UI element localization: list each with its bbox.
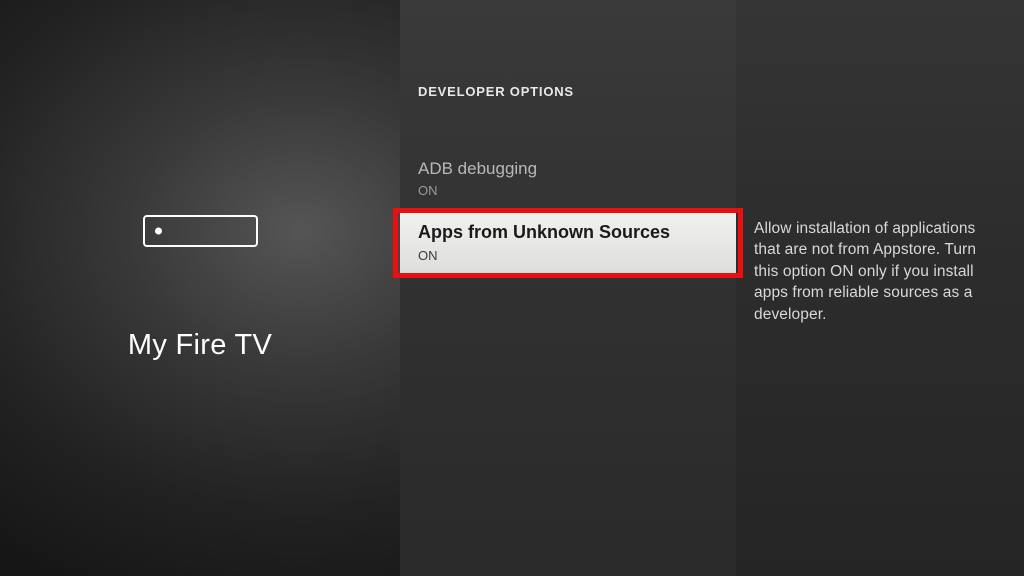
option-title: ADB debugging [418,159,718,179]
page-title: My Fire TV [128,329,272,362]
option-description: Allow installation of applications that … [754,218,996,325]
section-header: DEVELOPER OPTIONS [400,84,736,99]
options-panel: DEVELOPER OPTIONS ADB debugging ON Apps … [400,0,736,576]
option-unknown-sources[interactable]: Apps from Unknown Sources ON [400,208,736,277]
option-adb-debugging[interactable]: ADB debugging ON [400,149,736,208]
description-panel: Allow installation of applications that … [736,0,1024,576]
settings-screen: My Fire TV DEVELOPER OPTIONS ADB debuggi… [0,0,1024,576]
option-title: Apps from Unknown Sources [418,222,718,243]
option-status: ON [418,183,718,198]
firetv-device-icon [143,215,258,247]
left-panel: My Fire TV [0,0,400,576]
option-status: ON [418,248,718,263]
